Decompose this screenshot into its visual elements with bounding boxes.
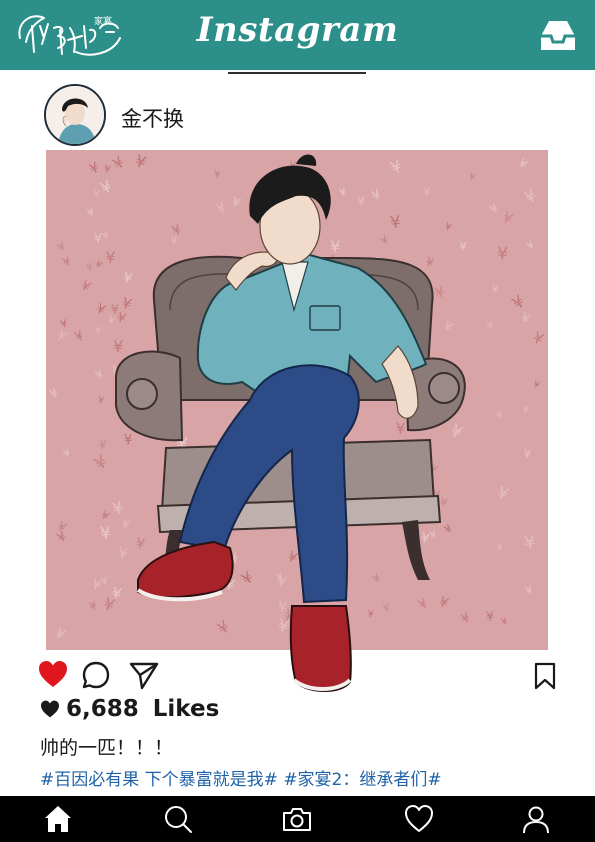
heart-outline-icon[interactable] (403, 803, 435, 835)
likes-label: Likes (152, 696, 220, 722)
yen-mark: ¥ (277, 597, 288, 616)
yen-mark: ¥ (113, 337, 124, 356)
likes-summary[interactable]: 6,688 Likes (40, 694, 219, 724)
yen-mark: ¥ (523, 447, 532, 462)
yen-mark: ¥ (497, 244, 509, 264)
post-username[interactable]: 金不换 (121, 103, 184, 133)
comment-bubble-icon[interactable] (81, 660, 111, 690)
yen-mark: ¥ (123, 432, 133, 448)
bookmark-icon[interactable] (532, 662, 558, 690)
top-app-bar: 家宴 Instagram (0, 0, 595, 70)
camera-icon[interactable] (281, 803, 313, 835)
post-caption: 帅的一匹！！！ (40, 737, 174, 759)
heart-filled-icon[interactable] (38, 660, 68, 688)
avatar[interactable] (44, 84, 106, 146)
yen-mark: ¥ (422, 184, 431, 199)
yen-mark: ¥ (99, 524, 112, 545)
bottom-nav-bar (0, 796, 595, 842)
yen-mark: ¥ (367, 609, 375, 621)
hashtag-link[interactable]: #家宴2：继承者们# (283, 770, 441, 790)
yen-mark: ¥ (329, 237, 340, 256)
yen-mark: ¥ (459, 239, 468, 254)
yen-mark: ¥ (111, 303, 119, 318)
yen-mark: ¥ (389, 211, 402, 232)
post-hashtags: #百因必有果 下个暴富就是我# #家宴2：继承者们# (40, 765, 442, 790)
app-title: Instagram (196, 10, 399, 50)
search-icon[interactable] (162, 803, 194, 835)
post-image: ¥ ¥ ¥ ¥ ¥ ¥ ¥ ¥ ¥ ¥ ¥ ¥ ¥ ¥ ¥ ¥ ¥ ¥ ¥ ¥ ¥ ¥ ¥ ¥ ¥ ¥ ¥ ¥ ¥ ¥ ¥ ¥ ¥ ¥ ¥ ¥ ¥ ¥ ¥ ¥… (46, 150, 548, 692)
hashtag-link[interactable]: #百因必有果 下个暴富就是我# (40, 770, 278, 790)
header-divider (228, 72, 366, 74)
yen-mark: ¥ (357, 193, 367, 209)
paper-plane-icon[interactable] (128, 660, 160, 690)
yen-mark: ¥ (395, 420, 405, 438)
inbox-icon[interactable] (539, 18, 577, 52)
likes-heart-icon (41, 700, 59, 718)
yen-mark: ¥ (214, 169, 221, 180)
post-illustration: ¥¥¥¥¥¥¥¥¥¥¥¥¥¥¥¥¥¥¥¥¥¥¥¥¥¥¥¥¥¥¥¥¥¥¥¥¥¥¥¥… (46, 150, 548, 692)
home-icon[interactable] (42, 803, 74, 835)
likes-count: 6,688 (66, 696, 139, 722)
yen-mark: ¥ (496, 542, 503, 554)
avatar-illustration (46, 86, 104, 144)
profile-icon[interactable] (520, 803, 552, 835)
yen-mark: ¥ (105, 248, 115, 267)
